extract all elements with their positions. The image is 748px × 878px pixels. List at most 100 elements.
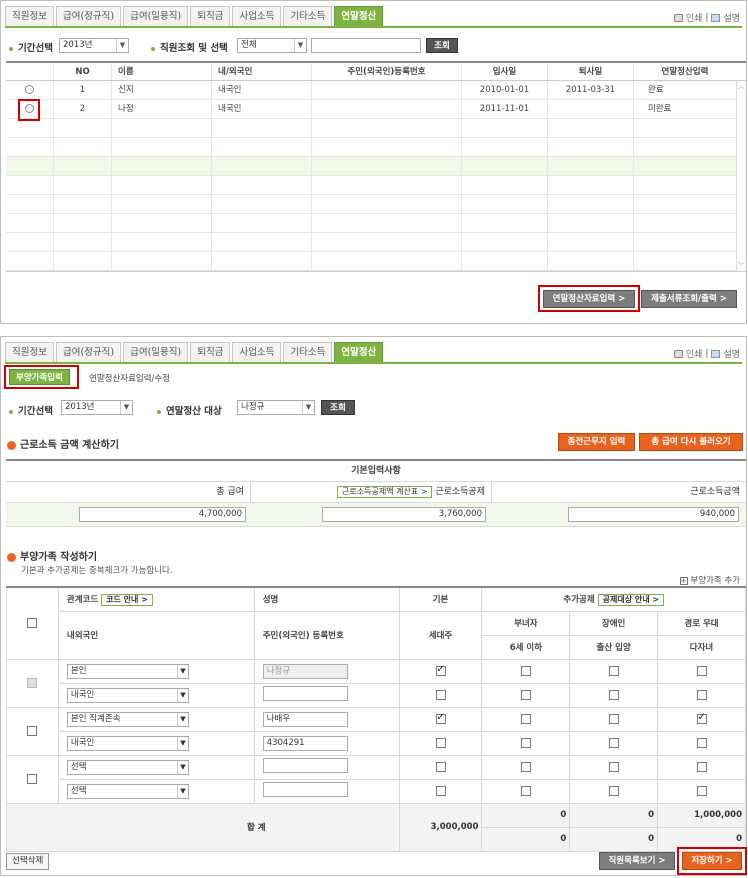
row-select-radio[interactable] xyxy=(25,85,34,94)
search-button[interactable]: 조회 xyxy=(321,400,355,415)
period-select[interactable]: 2013년 ▼ xyxy=(59,38,129,53)
id-input[interactable] xyxy=(262,686,348,701)
disabled-checkbox[interactable] xyxy=(608,761,619,772)
period-select[interactable]: 2013년 ▼ xyxy=(61,400,133,415)
nat-select[interactable]: 선택 ▼ xyxy=(66,783,189,799)
name-input[interactable]: 나배우 xyxy=(262,711,348,727)
highlight-save-button xyxy=(677,847,747,875)
multi-child-checkbox[interactable] xyxy=(696,737,707,748)
tab-pay-daily[interactable]: 급여(일용직) xyxy=(123,342,189,362)
sum-under6: 0 xyxy=(481,826,571,852)
birth-checkbox[interactable] xyxy=(608,737,619,748)
birth-checkbox[interactable] xyxy=(608,785,619,796)
tab-business-income[interactable]: 사업소득 xyxy=(232,6,282,26)
highlight-subtab xyxy=(4,365,79,389)
tab-pay-regular[interactable]: 급여(정규직) xyxy=(55,342,122,362)
householder-checkbox[interactable] xyxy=(435,737,446,748)
tab-other-income[interactable]: 기타소득 xyxy=(283,6,333,26)
prev-work-button[interactable]: 종전근무지 입력 xyxy=(558,433,635,451)
id-input[interactable] xyxy=(262,782,348,797)
submit-docs-button[interactable]: 제출서류조회/출력 > xyxy=(641,290,737,308)
scroll-up-icon[interactable]: ︿ xyxy=(737,81,746,91)
nat-select[interactable]: 내국인 ▼ xyxy=(66,687,189,703)
subtab-settlement-edit[interactable]: 연말정산자료입력/수정 xyxy=(89,372,170,384)
row-checkbox[interactable] xyxy=(27,725,38,736)
deduction-input[interactable]: 3,760,000 xyxy=(322,507,486,522)
top-links: 인쇄 | 설명 xyxy=(673,347,740,360)
sum-basic: 3,000,000 xyxy=(398,802,483,852)
nat-select[interactable]: 내국인 ▼ xyxy=(66,735,189,751)
tab-employee-info[interactable]: 직원정보 xyxy=(5,6,54,26)
search-button[interactable]: 조회 xyxy=(426,38,458,53)
print-icon[interactable] xyxy=(673,349,683,358)
section-bullet-icon xyxy=(7,440,16,450)
delete-selected-button[interactable]: 선택삭제 xyxy=(6,853,50,870)
woman-checkbox[interactable] xyxy=(520,713,531,724)
disabled-checkbox[interactable] xyxy=(608,665,619,676)
woman-checkbox[interactable] xyxy=(520,761,531,772)
search-input[interactable] xyxy=(311,38,421,53)
target-select[interactable]: 나정규 ▼ xyxy=(237,400,315,415)
row-checkbox[interactable] xyxy=(27,773,38,784)
tab-pay-regular[interactable]: 급여(정규직) xyxy=(55,6,122,26)
basic-checkbox[interactable] xyxy=(435,664,446,676)
householder-checkbox[interactable] xyxy=(435,785,446,796)
disabled-checkbox[interactable] xyxy=(608,713,619,724)
help-icon[interactable] xyxy=(711,349,721,358)
elder-checkbox[interactable] xyxy=(696,712,707,724)
elder-checkbox[interactable] xyxy=(696,665,707,676)
tab-other-income[interactable]: 기타소득 xyxy=(283,342,333,362)
birth-checkbox[interactable] xyxy=(608,689,619,700)
row-checkbox xyxy=(27,677,38,688)
chevron-down-icon: ▼ xyxy=(116,39,128,52)
tab-year-end-settlement[interactable]: 연말정산 xyxy=(334,342,384,362)
code-guide-button[interactable]: 코드 안내 > xyxy=(101,593,153,606)
relation-select[interactable]: 본인 직계존속 ▼ xyxy=(66,711,189,727)
basic-checkbox[interactable] xyxy=(435,761,446,772)
under6-header: 6세 이하 xyxy=(481,634,571,660)
basic-header: 기본 xyxy=(398,586,483,612)
extra-header: 추가공제 xyxy=(563,594,595,605)
main-tabs: 직원정보 급여(정규직) 급여(일용직) 퇴직금 사업소득 기타소득 연말정산 xyxy=(5,6,385,26)
table-row[interactable]: 2 나정 내국인 2011-11-01 미완료 xyxy=(6,100,746,119)
extra-guide-button[interactable]: 공제대상 안내 > xyxy=(597,593,665,606)
table-scrollbar[interactable]: ︿ ﹀ xyxy=(736,81,746,271)
under6-checkbox[interactable] xyxy=(520,785,531,796)
table-row[interactable]: 1 신지 내국인 2010-01-01 2011-03-31 완료 xyxy=(6,81,746,100)
print-link[interactable]: 인쇄 xyxy=(686,11,703,24)
chevron-down-icon: ▼ xyxy=(294,39,306,52)
reload-pay-button[interactable]: 총 급여 다시 불러오기 xyxy=(639,433,743,451)
earned-income-input[interactable]: 940,000 xyxy=(568,507,739,522)
deduction-table-button[interactable]: 근로소득공제액 계산표 > xyxy=(337,486,433,498)
total-pay-input[interactable]: 4,700,000 xyxy=(79,507,246,522)
help-link[interactable]: 설명 xyxy=(723,347,740,360)
help-icon[interactable] xyxy=(711,13,721,22)
tab-severance[interactable]: 퇴직금 xyxy=(190,342,231,362)
multi-child-checkbox[interactable] xyxy=(696,785,707,796)
tab-business-income[interactable]: 사업소득 xyxy=(232,342,282,362)
add-dependent-link[interactable]: + 부양가족 추가 xyxy=(679,574,740,586)
elder-checkbox[interactable] xyxy=(696,761,707,772)
tab-year-end-settlement[interactable]: 연말정산 xyxy=(334,6,384,26)
basic-checkbox[interactable] xyxy=(435,712,446,724)
name-input[interactable] xyxy=(262,758,348,773)
tab-pay-daily[interactable]: 급여(일용직) xyxy=(123,6,189,26)
relation-select[interactable]: 본인 ▼ xyxy=(66,663,189,679)
tab-severance[interactable]: 퇴직금 xyxy=(190,6,231,26)
select-all-checkbox[interactable] xyxy=(27,618,38,628)
householder-checkbox[interactable] xyxy=(435,689,446,700)
scroll-down-icon[interactable]: ﹀ xyxy=(737,261,746,271)
under6-checkbox[interactable] xyxy=(520,737,531,748)
help-link[interactable]: 설명 xyxy=(723,11,740,24)
woman-checkbox[interactable] xyxy=(520,665,531,676)
search-filter-select[interactable]: 전체 ▼ xyxy=(237,38,307,53)
table-row-empty xyxy=(6,252,746,271)
multi-child-checkbox[interactable] xyxy=(696,689,707,700)
employee-list-button[interactable]: 직원목록보기 > xyxy=(599,852,675,870)
relation-select[interactable]: 선택 ▼ xyxy=(66,759,189,775)
print-link[interactable]: 인쇄 xyxy=(686,347,703,360)
print-icon[interactable] xyxy=(673,13,683,22)
tab-employee-info[interactable]: 직원정보 xyxy=(5,342,54,362)
id-input[interactable]: 4304291 xyxy=(262,735,348,751)
under6-checkbox[interactable] xyxy=(520,689,531,700)
